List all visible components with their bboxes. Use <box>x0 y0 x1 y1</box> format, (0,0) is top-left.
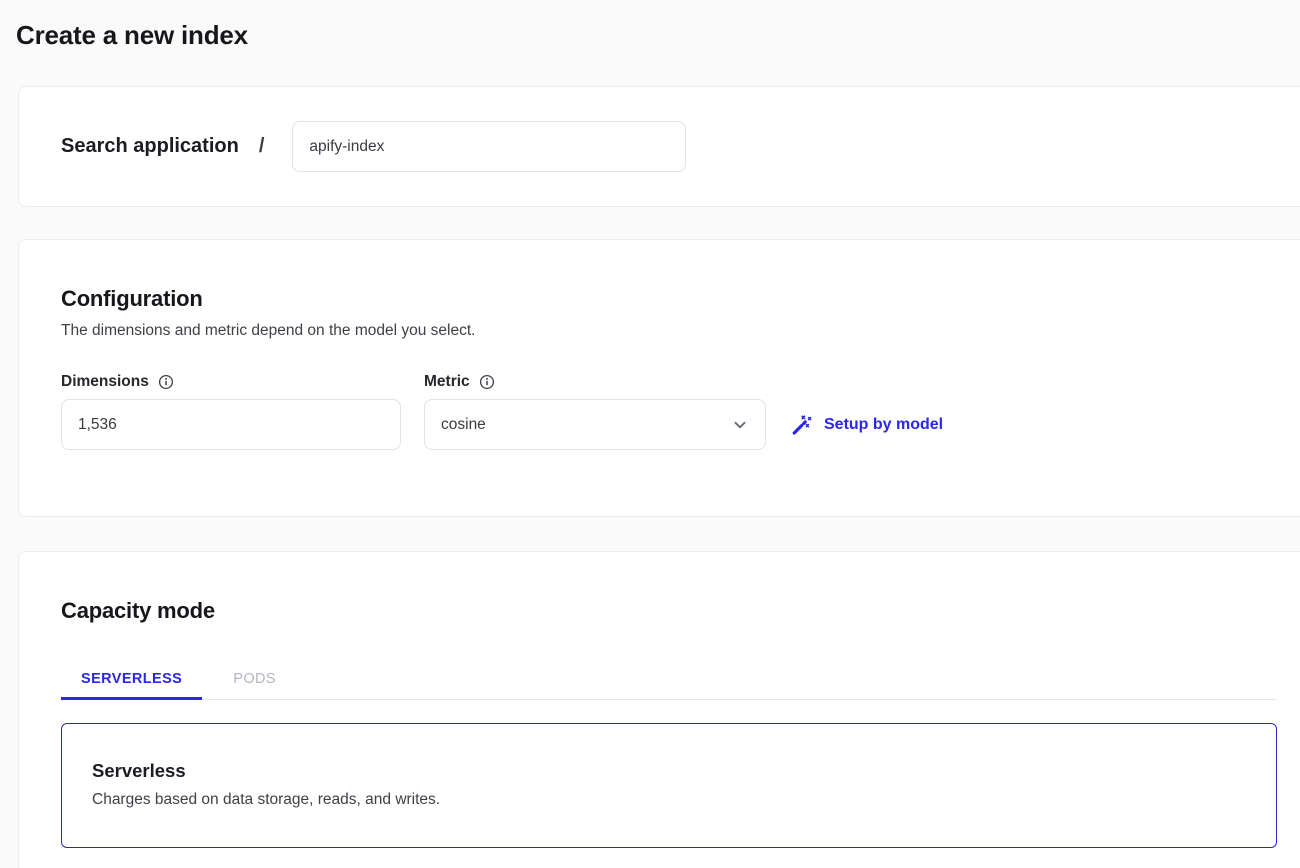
info-icon[interactable] <box>158 374 174 390</box>
setup-by-model-link[interactable]: Setup by model <box>791 414 943 436</box>
dimensions-field: Dimensions <box>61 373 401 450</box>
capacity-mode-card: Capacity mode SERVERLESS PODS Serverless… <box>18 551 1300 868</box>
dimensions-label: Dimensions <box>61 373 149 391</box>
configuration-fields-row: Dimensions Metric cosine <box>61 373 1277 450</box>
metric-field: Metric cosine <box>424 373 766 450</box>
configuration-subtitle: The dimensions and metric depend on the … <box>61 322 1277 340</box>
capacity-tabs: SERVERLESS PODS <box>61 660 1277 700</box>
dimensions-label-row: Dimensions <box>61 373 401 391</box>
configuration-card: Configuration The dimensions and metric … <box>18 239 1300 517</box>
index-name-card: Search application / <box>18 86 1300 207</box>
serverless-option-title: Serverless <box>92 760 1246 782</box>
info-icon[interactable] <box>479 374 495 390</box>
capacity-mode-title: Capacity mode <box>61 598 1277 624</box>
page-title: Create a new index <box>16 20 1300 51</box>
metric-select[interactable]: cosine <box>424 399 766 450</box>
dimensions-input[interactable] <box>61 399 401 450</box>
metric-label: Metric <box>424 373 470 391</box>
tab-pods[interactable]: PODS <box>213 660 296 700</box>
serverless-option-card[interactable]: Serverless Charges based on data storage… <box>61 723 1277 848</box>
serverless-option-description: Charges based on data storage, reads, an… <box>92 791 1246 809</box>
metric-label-row: Metric <box>424 373 766 391</box>
name-separator: / <box>259 135 265 158</box>
setup-by-model-label: Setup by model <box>824 416 943 434</box>
chevron-down-icon <box>731 416 749 434</box>
search-application-label: Search application <box>61 135 239 158</box>
tab-serverless[interactable]: SERVERLESS <box>61 660 202 700</box>
metric-selected-value: cosine <box>441 416 486 434</box>
index-name-input[interactable] <box>292 121 686 172</box>
magic-wand-icon <box>791 414 813 436</box>
configuration-title: Configuration <box>61 286 1277 312</box>
